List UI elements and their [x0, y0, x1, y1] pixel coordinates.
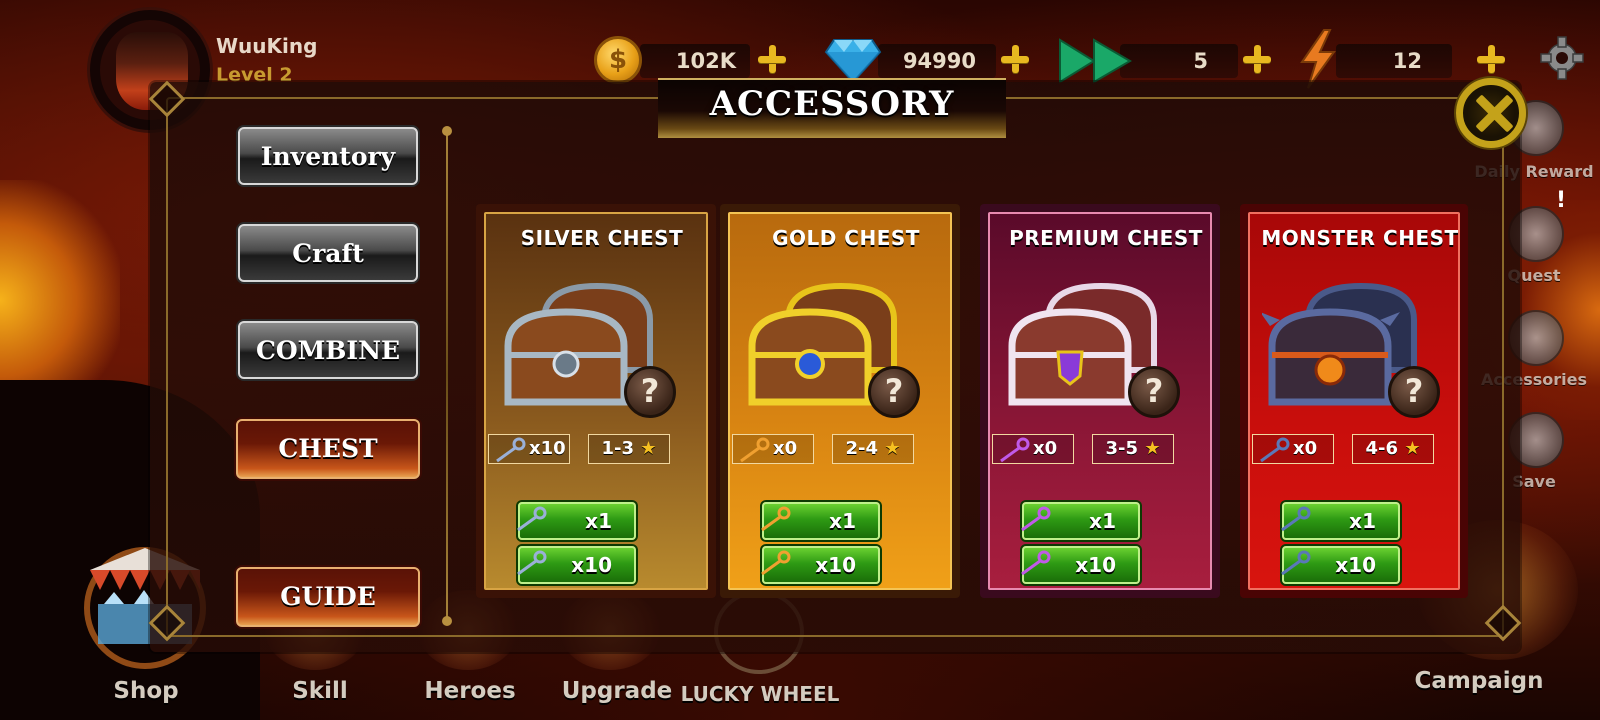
- guide-button[interactable]: GUIDE: [236, 567, 420, 627]
- key-count-value: x0: [1293, 438, 1318, 459]
- buy-one-button[interactable]: x1: [517, 502, 636, 540]
- divider-cap: [442, 616, 452, 626]
- buy-ten-button[interactable]: x10: [761, 546, 880, 584]
- key-count: x0: [992, 434, 1074, 464]
- buy-one-label: x1: [829, 509, 856, 533]
- add-speed-button[interactable]: [1240, 42, 1274, 76]
- key-count: x0: [1252, 434, 1334, 464]
- gold-key-icon: [761, 506, 791, 532]
- add-gems-button[interactable]: [998, 42, 1032, 76]
- chest-title: PREMIUM CHEST: [1009, 226, 1203, 250]
- buy-one-button[interactable]: x1: [1021, 502, 1140, 540]
- star-range-value: 1-3: [601, 438, 635, 459]
- speed-value: 5: [1193, 49, 1208, 73]
- monster-key-icon: [1281, 506, 1311, 532]
- buy-ten-label: x10: [815, 553, 856, 577]
- star-icon: ★: [1144, 438, 1161, 459]
- nav-heroes-label[interactable]: Heroes: [410, 678, 530, 704]
- help-icon[interactable]: ?: [1388, 366, 1440, 418]
- chest-title: MONSTER CHEST: [1261, 226, 1459, 250]
- chest-card-gold[interactable]: GOLD CHEST ? x0 2-4 ★ x1 x10: [720, 204, 960, 598]
- star-icon: ★: [640, 438, 657, 459]
- buy-one-label: x1: [1349, 509, 1376, 533]
- buy-ten-button[interactable]: x10: [1281, 546, 1400, 584]
- buy-one-button[interactable]: x1: [761, 502, 880, 540]
- buy-ten-label: x10: [1075, 553, 1116, 577]
- silver-key-icon: [517, 550, 547, 576]
- close-button[interactable]: [1456, 78, 1526, 148]
- coin-value: 102K: [675, 49, 736, 73]
- silver-key-icon: [517, 506, 547, 532]
- chest-card-monster[interactable]: MONSTER CHEST ? x0 4-6 ★ x1 x10: [1240, 204, 1468, 598]
- chest-card-premium[interactable]: PREMIUM CHEST ? x0 3-5 ★ x1 x10: [980, 204, 1220, 598]
- star-icon: ★: [884, 438, 901, 459]
- buy-ten-button[interactable]: x10: [517, 546, 636, 584]
- star-range-value: 2-4: [845, 438, 879, 459]
- energy-value: 12: [1392, 49, 1422, 73]
- star-range: 1-3 ★: [588, 434, 670, 464]
- key-count: x10: [488, 434, 570, 464]
- gear-icon[interactable]: [1540, 36, 1584, 80]
- buy-one-label: x1: [585, 509, 612, 533]
- buy-one-button[interactable]: x1: [1281, 502, 1400, 540]
- star-icon: ★: [1404, 438, 1421, 459]
- star-range: 3-5 ★: [1092, 434, 1174, 464]
- divider-cap: [442, 126, 452, 136]
- premium-key-icon: [1021, 550, 1051, 576]
- chest-title: SILVER CHEST: [520, 226, 684, 250]
- tab-inventory[interactable]: Inventory: [238, 127, 418, 185]
- star-range: 2-4 ★: [832, 434, 914, 464]
- key-count: x0: [732, 434, 814, 464]
- buy-ten-button[interactable]: x10: [1021, 546, 1140, 584]
- premium-key-icon: [1000, 437, 1030, 463]
- help-icon[interactable]: ?: [868, 366, 920, 418]
- add-energy-button[interactable]: [1474, 42, 1508, 76]
- nav-shop-label[interactable]: Shop: [96, 678, 196, 704]
- nav-upgrade-label[interactable]: Upgrade: [552, 678, 682, 704]
- lightning-icon: [1296, 28, 1340, 90]
- tab-craft[interactable]: Craft: [238, 224, 418, 282]
- buy-one-label: x1: [1089, 509, 1116, 533]
- buy-ten-label: x10: [571, 553, 612, 577]
- nav-lucky-wheel-label[interactable]: LUCKY WHEEL: [676, 682, 844, 706]
- add-coins-button[interactable]: [755, 42, 789, 76]
- tab-combine[interactable]: COMBINE: [238, 321, 418, 379]
- buy-ten-label: x10: [1335, 553, 1376, 577]
- premium-key-icon: [1021, 506, 1051, 532]
- star-range-value: 3-5: [1105, 438, 1139, 459]
- nav-skill-label[interactable]: Skill: [270, 678, 370, 704]
- star-range: 4-6 ★: [1352, 434, 1434, 464]
- key-count-value: x0: [773, 438, 798, 459]
- chest-card-silver[interactable]: SILVER CHEST ? x10 1-3 ★ x1 x10: [476, 204, 716, 598]
- help-icon[interactable]: ?: [624, 366, 676, 418]
- page-title: ACCESSORY: [709, 84, 955, 124]
- monster-key-icon: [1281, 550, 1311, 576]
- monster-key-icon: [1260, 437, 1290, 463]
- chest-title: GOLD CHEST: [772, 226, 920, 250]
- coin-icon: $: [594, 36, 642, 84]
- nav-campaign-label[interactable]: Campaign: [1404, 668, 1554, 694]
- key-count-value: x0: [1033, 438, 1058, 459]
- menu-divider: [446, 130, 448, 622]
- player-name: WuuKing: [216, 34, 318, 58]
- gem-value: 94990: [902, 49, 976, 73]
- gold-key-icon: [761, 550, 791, 576]
- alert-icon: !: [1556, 188, 1567, 213]
- key-count-value: x10: [529, 438, 566, 459]
- fast-forward-icon: [1058, 38, 1132, 84]
- help-icon[interactable]: ?: [1128, 366, 1180, 418]
- star-range-value: 4-6: [1365, 438, 1399, 459]
- tab-chest[interactable]: CHEST: [236, 419, 420, 479]
- gold-key-icon: [740, 437, 770, 463]
- silver-key-icon: [496, 437, 526, 463]
